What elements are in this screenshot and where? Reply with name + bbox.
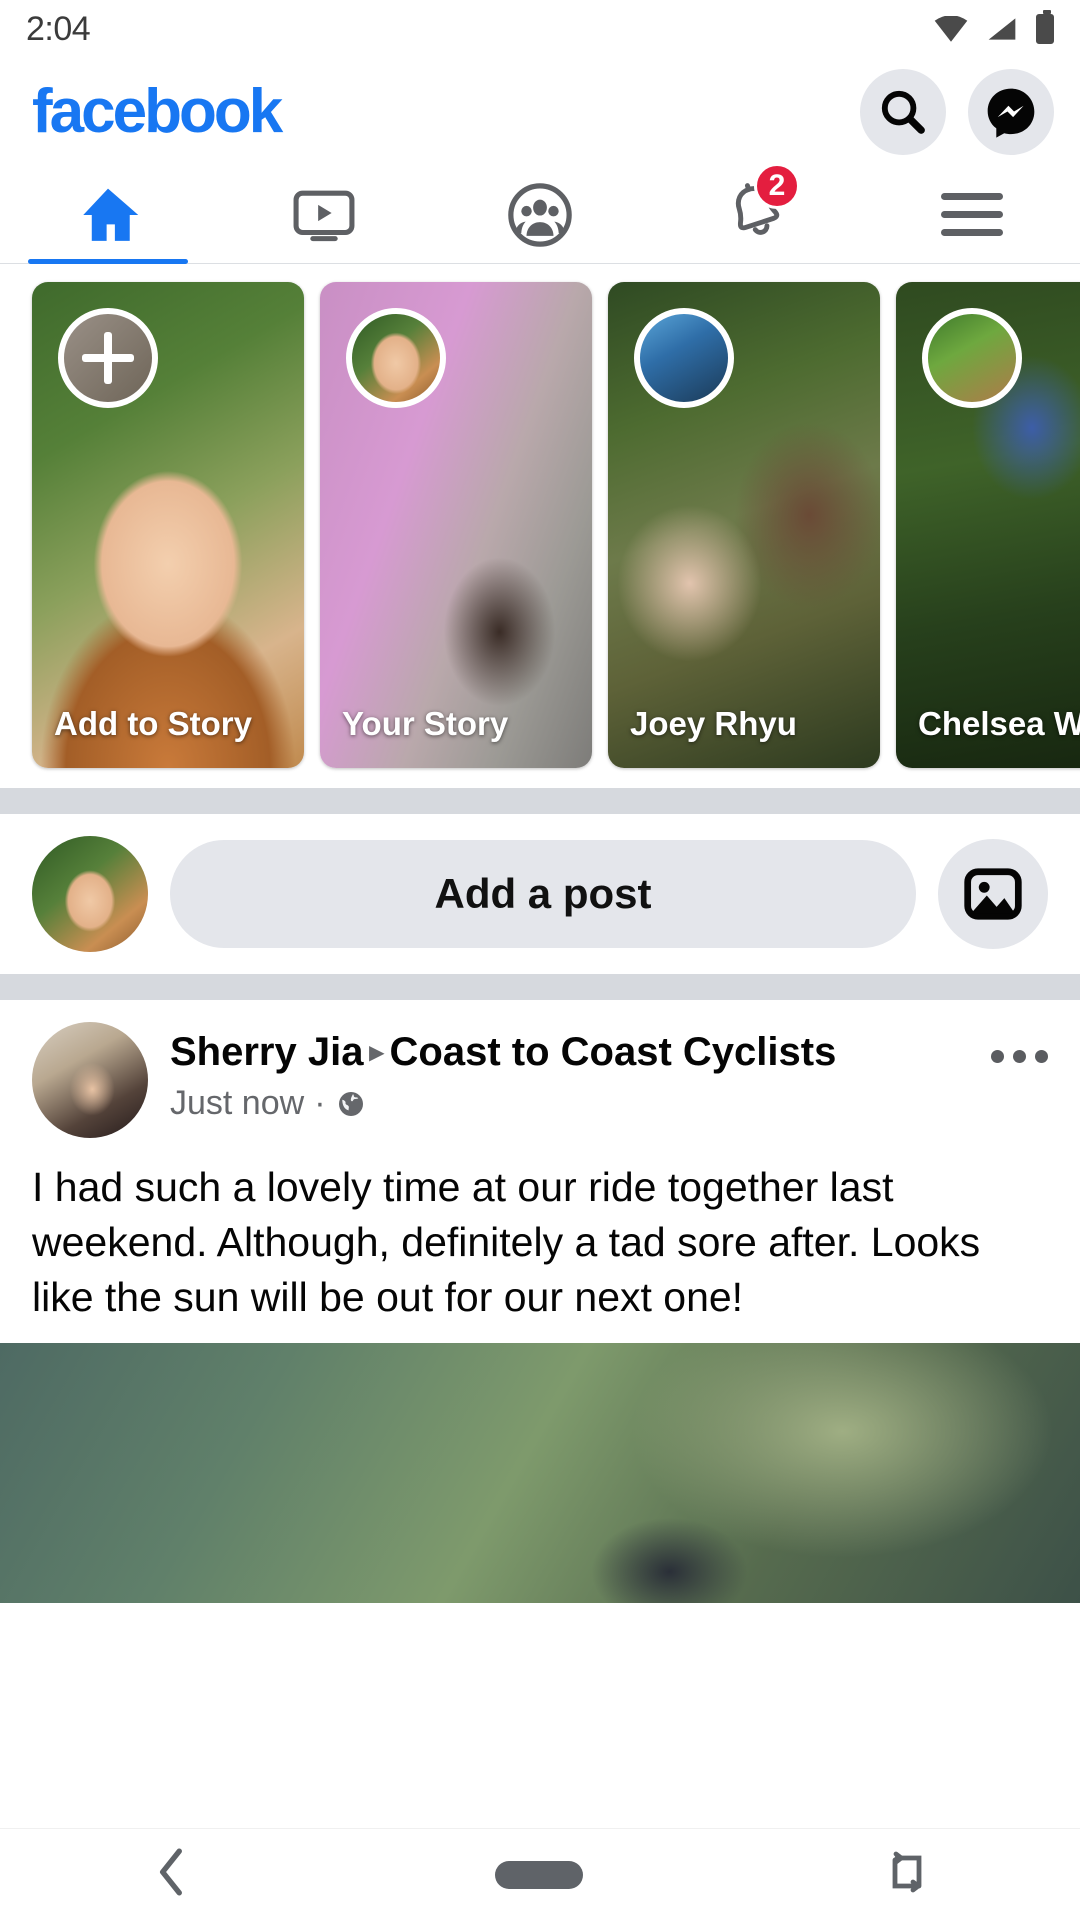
- plus-icon: [82, 332, 134, 384]
- nav-home-button[interactable]: [495, 1860, 583, 1889]
- messenger-icon: [987, 88, 1035, 138]
- status-bar: 2:04: [0, 0, 1080, 58]
- story-card[interactable]: Joey Rhyu: [608, 282, 880, 768]
- story-card[interactable]: Your Story: [320, 282, 592, 768]
- messenger-button[interactable]: [968, 69, 1054, 155]
- avatar[interactable]: [32, 836, 148, 952]
- status-bar-icons: [934, 10, 1054, 44]
- more-options-icon[interactable]: [991, 1022, 1048, 1063]
- wifi-icon: [934, 16, 968, 42]
- facebook-logo: facebook: [32, 77, 283, 146]
- story-avatar: [346, 308, 446, 408]
- story-label: Joey Rhyu: [630, 705, 797, 743]
- nav-back-button[interactable]: [151, 1845, 193, 1904]
- tab-watch[interactable]: [216, 166, 432, 263]
- tab-home[interactable]: [0, 166, 216, 264]
- story-label: Chelsea Wells: [918, 705, 1080, 743]
- post-group[interactable]: Coast to Coast Cyclists: [390, 1028, 837, 1076]
- post-subtitle: Just now ·: [170, 1084, 969, 1123]
- back-chevron-icon: [159, 1848, 182, 1896]
- section-divider: [0, 788, 1080, 814]
- story-card[interactable]: Add to Story: [32, 282, 304, 768]
- separator-dot: ·: [314, 1084, 326, 1122]
- section-divider: [0, 974, 1080, 1000]
- tab-menu[interactable]: [864, 166, 1080, 263]
- notifications-badge: 2: [754, 163, 800, 209]
- add-story-button[interactable]: [58, 308, 158, 408]
- home-icon: [83, 188, 139, 241]
- post-photo[interactable]: [0, 1342, 1080, 1603]
- tab-groups[interactable]: [432, 166, 648, 263]
- photo-icon: [964, 868, 1022, 920]
- post-body-text: I had such a lovely time at our ride tog…: [32, 1164, 981, 1320]
- story-label: Add to Story: [54, 705, 252, 743]
- story-card[interactable]: Chelsea Wells: [896, 282, 1080, 768]
- add-photo-button[interactable]: [938, 839, 1048, 949]
- story-avatar: [634, 308, 734, 408]
- search-icon: [881, 90, 925, 134]
- groups-icon: [508, 182, 572, 247]
- add-post-input[interactable]: Add a post: [170, 840, 916, 948]
- post-composer: Add a post: [0, 814, 1080, 974]
- header-actions: [860, 69, 1054, 155]
- cellular-signal-icon: [988, 18, 1016, 40]
- stories-tray[interactable]: Add to Story Your Story Joey Rhyu Chelse…: [0, 264, 1080, 788]
- post-author[interactable]: Sherry Jia: [170, 1028, 363, 1076]
- tab-notifications[interactable]: 2: [648, 163, 864, 263]
- post-timestamp: Just now: [170, 1084, 305, 1122]
- search-button[interactable]: [860, 69, 946, 155]
- main-tab-bar: 2: [0, 163, 1080, 264]
- globe-icon: [338, 1091, 363, 1116]
- post-header: Sherry Jia ▸ Coast to Coast Cyclists Jus…: [0, 1000, 1080, 1138]
- story-label: Your Story: [342, 705, 509, 743]
- tab-active-indicator: [28, 259, 188, 264]
- status-bar-time: 2:04: [26, 9, 91, 48]
- facebook-app-screen: 2:04 facebook 2 Add to Story Your Story …: [0, 0, 1080, 1920]
- app-header: facebook: [0, 58, 1080, 166]
- hamburger-menu-icon: [941, 193, 1003, 236]
- battery-icon: [1036, 10, 1054, 44]
- post-title: Sherry Jia ▸ Coast to Coast Cyclists: [170, 1028, 969, 1076]
- video-play-icon: [293, 190, 355, 241]
- post-meta: Sherry Jia ▸ Coast to Coast Cyclists Jus…: [170, 1022, 969, 1123]
- system-navigation-bar: [0, 1828, 1080, 1920]
- nav-recent-apps-button[interactable]: [885, 1845, 929, 1904]
- add-post-label: Add a post: [434, 870, 652, 917]
- story-avatar: [922, 308, 1022, 408]
- chevron-right-icon: ▸: [369, 1036, 384, 1068]
- avatar[interactable]: [32, 1022, 148, 1138]
- switch-apps-icon: [892, 1851, 922, 1893]
